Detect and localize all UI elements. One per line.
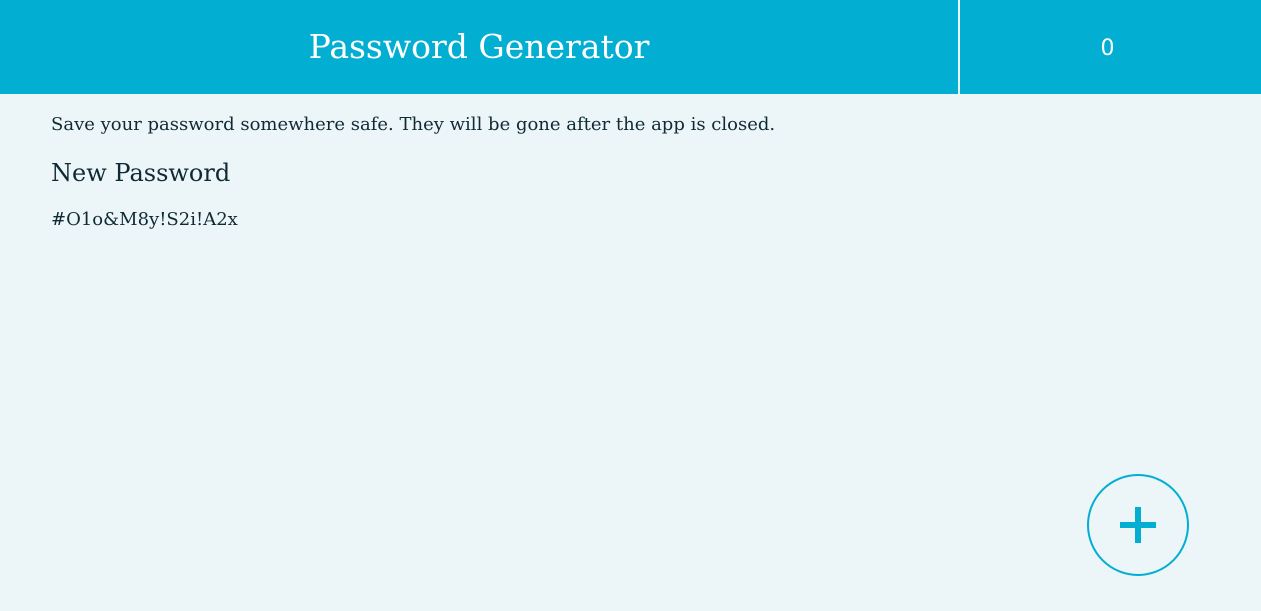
password-count: 0 [1100, 35, 1115, 61]
app-title: Password Generator [308, 26, 650, 66]
plus-icon [1120, 507, 1156, 543]
generate-password-button[interactable] [1087, 474, 1189, 576]
generated-password: #O1o&M8y!S2i!A2x [51, 209, 238, 230]
title-bar: Password Generator [0, 0, 958, 94]
counter-pane: 0 [960, 0, 1261, 94]
save-notice: Save your password somewhere safe. They … [51, 114, 776, 135]
main-content: Save your password somewhere safe. They … [51, 112, 911, 233]
new-password-heading: New Password [51, 159, 231, 187]
app-header: Password Generator 0 [0, 0, 1261, 94]
